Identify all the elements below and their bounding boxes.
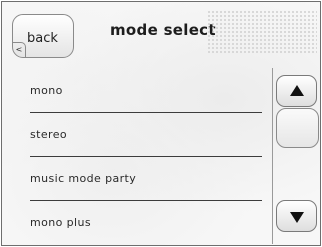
header: back < mode select <box>2 2 320 62</box>
list-item-music-mode-party[interactable]: music mode party <box>2 156 262 200</box>
mode-select-screen: back < mode select mono stereo music mod… <box>1 1 321 246</box>
list-item-label: stereo <box>30 128 67 141</box>
scroll-up-button[interactable] <box>276 75 317 107</box>
back-button[interactable]: back < <box>12 14 74 58</box>
list-item-label: mono <box>30 84 63 97</box>
scrollbar-thumb[interactable] <box>276 108 319 148</box>
dot-pattern-decoration <box>207 10 317 54</box>
list-item-label: music mode party <box>30 172 137 185</box>
list-item-mono[interactable]: mono <box>2 68 262 112</box>
list-item-mono-plus[interactable]: mono plus <box>2 200 262 244</box>
scroll-down-button[interactable] <box>276 200 317 232</box>
back-label: back <box>27 31 58 46</box>
list-item-stereo[interactable]: stereo <box>2 112 262 156</box>
list-item-label: mono plus <box>30 216 91 229</box>
triangle-down-icon <box>290 212 304 223</box>
triangle-up-icon <box>290 85 304 96</box>
chevron-left-icon: < <box>13 42 26 57</box>
page-title: mode select <box>110 21 216 39</box>
